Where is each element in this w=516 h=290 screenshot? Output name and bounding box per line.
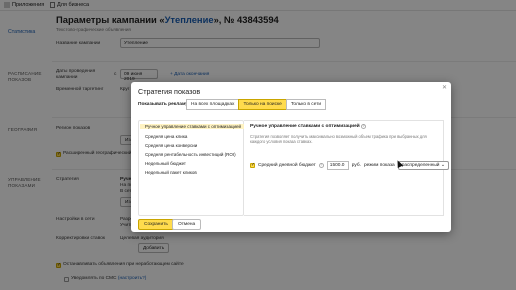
strategy-details: Ручное управление ставками с оптимизацие… xyxy=(244,120,449,216)
strategy-item-manual[interactable]: Ручное управление ставками с оптимизацие… xyxy=(140,124,244,129)
strategy-item-weekly-budget[interactable]: Недельный бюджет xyxy=(145,161,186,166)
mode-label: режим показа xyxy=(363,163,395,168)
budget-row: Средний дневной бюджет ? 1500.0 руб. реж… xyxy=(250,161,449,170)
strategy-detail-desc: Стратегия позволяет получить максимально… xyxy=(250,134,427,145)
help-icon[interactable]: ? xyxy=(318,163,324,168)
budget-input[interactable]: 1500.0 xyxy=(326,161,349,170)
close-icon[interactable]: ✕ xyxy=(442,84,447,91)
strategy-list: Ручное управление ставками с оптимизацие… xyxy=(138,120,244,216)
strategy-item-roi[interactable]: Средняя рентабельность инвестиций (ROI) xyxy=(145,152,236,157)
budget-label: Средний дневной бюджет xyxy=(258,163,316,168)
help-icon[interactable]: ? xyxy=(361,124,367,129)
strategy-modal: Стратегия показов ✕ Показывать рекламу: … xyxy=(131,82,451,232)
budget-checkbox[interactable] xyxy=(250,162,255,168)
save-button[interactable]: Сохранить xyxy=(138,219,174,230)
modal-title: Стратегия показов xyxy=(138,87,201,96)
strategy-item-avg-cpc[interactable]: Средняя цена клика xyxy=(145,134,187,139)
strategy-item-weekly-clicks[interactable]: Недельный пакет кликов xyxy=(145,170,197,175)
show-ads-label: Показывать рекламу: xyxy=(138,102,190,107)
tab-all-placements[interactable]: На всех площадках xyxy=(186,99,240,110)
chevron-down-icon: ⌄ xyxy=(440,163,445,168)
strategy-detail-title: Ручное управление ставками с оптимизацие… xyxy=(250,124,367,129)
tab-search-only[interactable]: Только на поиске xyxy=(238,99,287,110)
cancel-button[interactable]: Отмена xyxy=(172,219,202,230)
mode-select[interactable]: распределенный ⌄ xyxy=(397,161,449,170)
tab-network-only[interactable]: Только в сети xyxy=(285,99,327,110)
placement-tabs: На всех площадках Только на поиске Тольк… xyxy=(186,99,327,110)
budget-currency: руб. xyxy=(351,163,361,168)
strategy-item-avg-cpa[interactable]: Средняя цена конверсии xyxy=(145,143,197,148)
